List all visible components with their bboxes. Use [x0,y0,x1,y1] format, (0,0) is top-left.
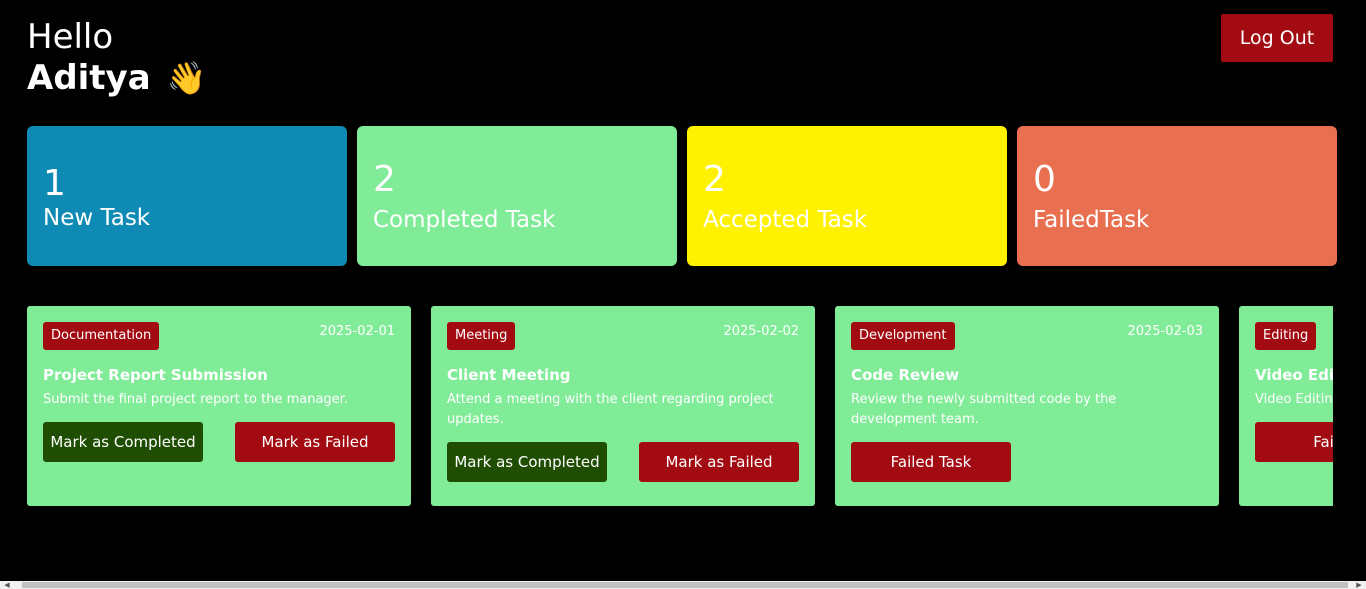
task-title: Code Review [851,366,960,384]
stat-count: 1 [43,163,66,204]
task-actions: Failed [1255,422,1333,462]
task-actions: Failed Task [851,442,1203,482]
mark-failed-button[interactable]: Mark as Failed [235,422,395,462]
task-description: Submit the final project report to the m… [43,392,348,407]
task-category-badge: Editing [1255,322,1317,350]
horizontal-scrollbar[interactable]: ◀ ▶ [0,581,1366,589]
greeting-header: Hello Aditya 👋 [27,18,207,98]
task-description: Review the newly submitted code by the d… [851,392,1117,427]
employee-dashboard: Hello Aditya 👋 Log Out 1 New Task 2 Comp… [0,0,1366,589]
scroll-left-arrow-icon[interactable]: ◀ [0,581,14,589]
mark-completed-button[interactable]: Mark as Completed [447,442,607,482]
task-description: Attend a meeting with the client regardi… [447,392,774,427]
stat-label: FailedTask [1033,207,1150,233]
username: Aditya [27,58,151,98]
task-date: 2025-02-01 [319,324,395,339]
wave-hand-icon: 👋 [166,59,207,97]
stat-card-completed-task: 2 Completed Task [357,126,677,266]
task-title: Video Edit [1255,366,1333,384]
task-card-header: Documentation 2025-02-01 [43,322,395,350]
stat-label: Completed Task [373,207,556,233]
stat-count: 2 [703,159,726,200]
task-card-header: Development 2025-02-03 [851,322,1203,350]
task-title: Client Meeting [447,366,571,384]
task-stats-row: 1 New Task 2 Completed Task 2 Accepted T… [27,126,1337,266]
failed-task-button[interactable]: Failed [1255,422,1333,462]
stat-card-new-task: 1 New Task [27,126,347,266]
task-card-header: Meeting 2025-02-02 [447,322,799,350]
task-card: Meeting 2025-02-02 Client Meeting Attend… [431,306,815,506]
task-card-header: Editing [1255,322,1333,350]
greeting-text: Hello [27,17,114,57]
mark-failed-button[interactable]: Mark as Failed [639,442,799,482]
task-category-badge: Development [851,322,955,350]
stat-count: 0 [1033,159,1056,200]
task-date: 2025-02-02 [723,324,799,339]
stat-count: 2 [373,159,396,200]
username-row: Aditya 👋 [27,58,207,98]
task-card: Documentation 2025-02-01 Project Report … [27,306,411,506]
logout-button[interactable]: Log Out [1221,14,1333,62]
task-date: 2025-02-03 [1127,324,1203,339]
task-category-badge: Documentation [43,322,160,350]
stat-card-accepted-task: 2 Accepted Task [687,126,1007,266]
scroll-right-arrow-icon[interactable]: ▶ [1352,581,1366,589]
task-title: Project Report Submission [43,366,268,384]
failed-task-button[interactable]: Failed Task [851,442,1011,482]
task-actions: Mark as Completed Mark as Failed [43,422,395,462]
task-card: Editing Video Edit Video Editing Failed [1239,306,1333,506]
scrollbar-thumb[interactable] [22,582,1348,588]
stat-card-failed-task: 0 FailedTask [1017,126,1337,266]
task-list: Documentation 2025-02-01 Project Report … [27,306,1333,506]
task-card: Development 2025-02-03 Code Review Revie… [835,306,1219,506]
stat-label: Accepted Task [703,207,868,233]
mark-completed-button[interactable]: Mark as Completed [43,422,203,462]
task-description: Video Editing [1255,392,1333,407]
task-actions: Mark as Completed Mark as Failed [447,442,799,482]
stat-label: New Task [43,205,151,231]
task-list-scroller[interactable]: Documentation 2025-02-01 Project Report … [27,306,1333,506]
task-category-badge: Meeting [447,322,516,350]
